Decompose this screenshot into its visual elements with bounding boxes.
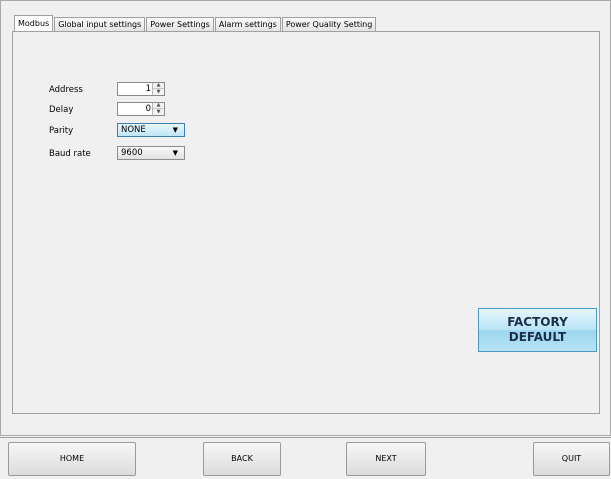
tab-global-input-settings[interactable]: Global input settings: [54, 17, 146, 31]
address-label: Address: [49, 85, 83, 95]
settings-frame: Modbus Global input settings Power Setti…: [0, 0, 611, 436]
factory-default-line2: DEFAULT: [508, 330, 567, 344]
spin-down-icon[interactable]: ▼: [153, 89, 164, 95]
address-spinbox[interactable]: 1 ▲ ▼: [117, 82, 165, 96]
delay-label: Delay: [49, 105, 74, 115]
tab-alarm-settings[interactable]: Alarm settings: [214, 17, 281, 31]
spin-down-icon[interactable]: ▼: [153, 109, 164, 115]
baud-rate-value: 9600: [121, 148, 143, 158]
tab-power-settings[interactable]: Power Settings: [146, 17, 214, 31]
baud-rate-dropdown[interactable]: 9600 ▼: [117, 146, 185, 160]
nav-divider: [0, 437, 611, 438]
back-button[interactable]: BACK: [203, 442, 281, 476]
factory-default-button[interactable]: FACTORY DEFAULT: [478, 308, 597, 352]
next-button[interactable]: NEXT: [346, 442, 426, 476]
quit-button[interactable]: QUIT: [533, 442, 610, 476]
modbus-panel: Address 1 ▲ ▼ Delay 0 ▲ ▼ Parity NONE ▼ …: [12, 31, 600, 414]
address-spin-arrows: ▲ ▼: [152, 83, 164, 95]
baud-rate-label: Baud rate: [49, 149, 91, 159]
parity-label: Parity: [49, 126, 74, 136]
delay-value: 0: [145, 104, 151, 114]
delay-spinbox[interactable]: 0 ▲ ▼: [117, 102, 165, 116]
tab-modbus[interactable]: Modbus: [14, 15, 54, 31]
tab-strip: Modbus Global input settings Power Setti…: [14, 15, 377, 31]
parity-value: NONE: [121, 125, 146, 135]
chevron-down-icon: ▼: [172, 149, 178, 157]
tab-power-quality-setting[interactable]: Power Quality Setting: [281, 17, 377, 31]
address-value: 1: [145, 84, 151, 94]
chevron-down-icon: ▼: [172, 126, 178, 134]
parity-dropdown[interactable]: NONE ▼: [117, 123, 185, 137]
factory-default-line1: FACTORY: [507, 315, 568, 329]
home-button[interactable]: HOME: [8, 442, 136, 476]
delay-spin-arrows: ▲ ▼: [152, 103, 164, 115]
